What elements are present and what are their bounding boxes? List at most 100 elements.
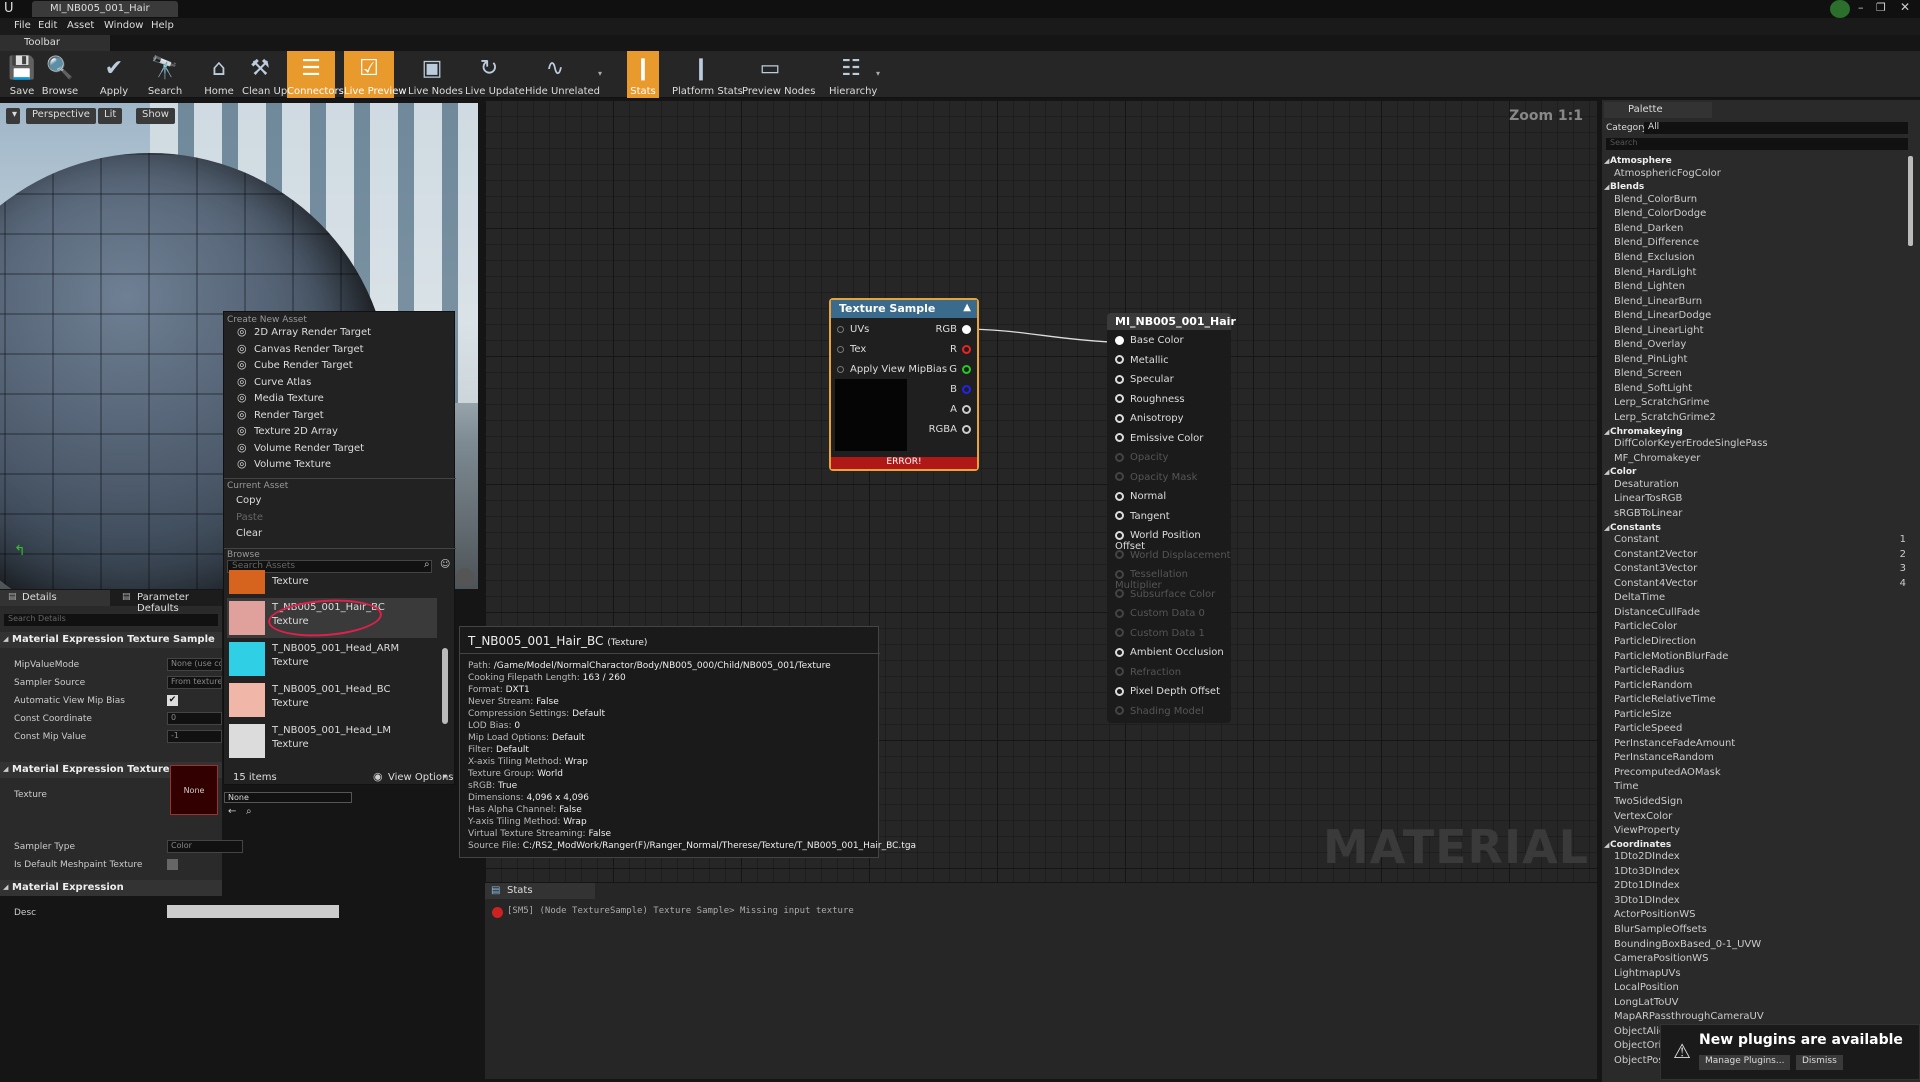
section-material-expression-texture-sample[interactable]: Material Expression Texture Sample xyxy=(0,632,222,648)
palette-item[interactable]: Blend_ColorDodge xyxy=(1614,208,1706,219)
palette-item[interactable]: Blend_Overlay xyxy=(1614,339,1686,350)
palette-item[interactable]: PrecomputedAOMask xyxy=(1614,767,1721,778)
dismiss-button[interactable]: Dismiss xyxy=(1796,1055,1843,1070)
palette-item[interactable]: VertexColor xyxy=(1614,811,1672,822)
toolbar-save-button[interactable]: 💾 Save xyxy=(6,51,38,98)
palette-item[interactable]: PerInstanceRandom xyxy=(1614,752,1714,763)
palette-scrollbar[interactable] xyxy=(1908,156,1913,246)
palette-item[interactable]: Blend_ColorBurn xyxy=(1614,194,1697,205)
create-2d-array-render-target[interactable]: 2D Array Render Target xyxy=(254,327,371,338)
palette-item[interactable]: BoundingBoxBased_0-1_UVW xyxy=(1614,939,1761,950)
palette-item[interactable]: Blend_Exclusion xyxy=(1614,252,1695,263)
expand-arrow-icon[interactable]: ◢ xyxy=(3,883,8,891)
palette-item[interactable]: Blend_PinLight xyxy=(1614,354,1687,365)
expand-arrow-icon[interactable]: ◢ xyxy=(1604,157,1609,165)
create-texture-2d-array[interactable]: Texture 2D Array xyxy=(254,426,338,437)
menu-file[interactable]: File xyxy=(14,20,31,31)
user-icon[interactable]: ☺ xyxy=(440,559,450,570)
palette-item[interactable]: LightmapUVs xyxy=(1614,968,1681,979)
palette-item[interactable]: AtmosphericFogColor xyxy=(1614,168,1721,179)
palette-item[interactable]: Blend_HardLight xyxy=(1614,267,1696,278)
checkbox[interactable]: ✔ xyxy=(167,695,178,706)
palette-item[interactable]: LinearTosRGB xyxy=(1614,493,1682,504)
menu-asset[interactable]: Asset xyxy=(67,20,94,31)
material-pin-roughness[interactable]: Roughness xyxy=(1115,394,1185,405)
palette-item[interactable]: 1Dto2DIndex xyxy=(1614,851,1680,862)
palette-item[interactable]: ParticleDirection xyxy=(1614,636,1696,647)
palette-category-constants[interactable]: Constants xyxy=(1610,523,1661,533)
toolbar-tab[interactable]: Toolbar xyxy=(0,35,110,51)
asset-row[interactable]: T_NB005_001_Head_BC Texture xyxy=(227,680,437,720)
toolbar-connectors-button[interactable]: ☰ Connectors xyxy=(287,51,344,98)
palette-item[interactable]: CameraPositionWS xyxy=(1614,953,1708,964)
palette-item[interactable]: Constant4Vector xyxy=(1614,578,1697,589)
material-pin-specular[interactable]: Specular xyxy=(1115,374,1174,385)
toolbar-apply-button[interactable]: ✔ Apply xyxy=(94,51,134,98)
prop-value[interactable]: -1 xyxy=(167,730,222,743)
create-curve-atlas[interactable]: Curve Atlas xyxy=(254,377,311,388)
palette-item[interactable]: LongLatToUV xyxy=(1614,997,1679,1008)
asset-row[interactable]: T_NB005_001_Head_ARM Texture xyxy=(227,639,437,679)
material-pin-pixel-depth-offset[interactable]: Pixel Depth Offset xyxy=(1115,686,1220,697)
palette-item[interactable]: MF_Chromakeyer xyxy=(1614,453,1700,464)
viewport-options-button[interactable]: ▾ xyxy=(6,108,20,124)
palette-item[interactable]: ParticleRadius xyxy=(1614,665,1684,676)
create-volume-texture[interactable]: Volume Texture xyxy=(254,459,331,470)
search-icon[interactable]: ⌕ xyxy=(424,559,430,570)
action-clear[interactable]: Clear xyxy=(236,528,262,539)
menu-help[interactable]: Help xyxy=(151,20,174,31)
action-paste[interactable]: Paste xyxy=(236,512,263,523)
palette-item[interactable]: ParticleColor xyxy=(1614,621,1677,632)
browse-icon[interactable]: ⌕ xyxy=(246,806,252,817)
palette-item[interactable]: BlurSampleOffsets xyxy=(1614,924,1707,935)
palette-category-atmosphere[interactable]: Atmosphere xyxy=(1610,156,1672,166)
palette-item[interactable]: LocalPosition xyxy=(1614,982,1679,993)
expand-arrow-icon[interactable]: ◢ xyxy=(1604,183,1609,191)
palette-item[interactable]: sRGBToLinear xyxy=(1614,508,1682,519)
palette-item[interactable]: Lerp_ScratchGrime xyxy=(1614,397,1709,408)
restore-icon[interactable]: ❐ xyxy=(1876,1,1886,14)
palette-item[interactable]: ActorPositionWS xyxy=(1614,909,1695,920)
toolbar-live-update-button[interactable]: ↻ Live Update xyxy=(465,51,525,98)
material-pin-ambient-occlusion[interactable]: Ambient Occlusion xyxy=(1115,647,1224,658)
material-pin-base-color[interactable]: Base Color xyxy=(1115,335,1184,346)
toolbar-hide-unrelated-button[interactable]: ∿ Hide Unrelated xyxy=(525,51,600,98)
asset-list-scrollbar[interactable] xyxy=(442,648,448,724)
palette-item[interactable]: ParticleSize xyxy=(1614,709,1671,720)
palette-category-color[interactable]: Color xyxy=(1610,467,1637,477)
viewport-toggle-icon[interactable] xyxy=(456,568,474,586)
palette-item[interactable]: Constant xyxy=(1614,534,1659,545)
palette-item[interactable]: Blend_Darken xyxy=(1614,223,1683,234)
action-copy[interactable]: Copy xyxy=(236,495,261,506)
toolbar-clean-up-button[interactable]: ⚒ Clean Up xyxy=(242,51,287,98)
close-icon[interactable]: ✕ xyxy=(1900,0,1910,14)
palette-search-input[interactable]: Search xyxy=(1606,138,1908,150)
palette-item[interactable]: Blend_Screen xyxy=(1614,368,1682,379)
asset-row[interactable]: T_NB005_001_Head_LM Texture xyxy=(227,721,437,761)
expand-arrow-icon[interactable]: ◢ xyxy=(1604,841,1609,849)
prop-value[interactable]: Color xyxy=(167,840,243,853)
material-pin-normal[interactable]: Normal xyxy=(1115,491,1166,502)
material-pin-anisotropy[interactable]: Anisotropy xyxy=(1115,413,1183,424)
palette-item[interactable]: Time xyxy=(1614,781,1638,792)
texture-thumbnail[interactable]: None xyxy=(170,765,218,815)
output-pin-r[interactable]: R xyxy=(950,344,971,355)
palette-item[interactable]: ParticleSpeed xyxy=(1614,723,1682,734)
toolbar-browse-button[interactable]: 🔍 Browse xyxy=(40,51,80,98)
prop-value[interactable]: 0 xyxy=(167,712,222,725)
collapse-icon[interactable]: ▲ xyxy=(963,302,971,313)
expand-arrow-icon[interactable]: ◢ xyxy=(3,635,8,643)
texture-dropdown[interactable]: None xyxy=(224,792,352,803)
create-render-target[interactable]: Render Target xyxy=(254,410,324,421)
toolbar-stats-button[interactable]: ❙ Stats xyxy=(627,51,659,98)
create-canvas-render-target[interactable]: Canvas Render Target xyxy=(254,344,364,355)
desc-input[interactable] xyxy=(167,905,339,918)
palette-item[interactable]: TwoSidedSign xyxy=(1614,796,1683,807)
arrow-left-icon[interactable]: ← xyxy=(228,806,236,817)
minimize-icon[interactable]: – xyxy=(1858,1,1864,14)
palette-item[interactable]: ParticleRandom xyxy=(1614,680,1692,691)
toolbar-hierarchy-button[interactable]: ☷ Hierarchy xyxy=(829,51,877,98)
palette-category-blends[interactable]: Blends xyxy=(1610,182,1644,192)
output-pin-rgba[interactable]: RGBA xyxy=(929,424,971,435)
palette-category-chromakeying[interactable]: Chromakeying xyxy=(1610,427,1683,437)
